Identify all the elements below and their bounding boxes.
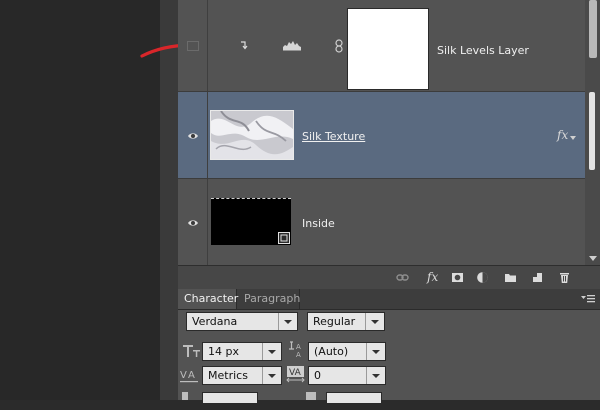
scroll-down-arrow-icon[interactable] <box>589 256 597 261</box>
document-canvas-area <box>0 0 160 400</box>
chain-link-icon[interactable] <box>335 39 343 53</box>
chevron-down-icon[interactable] <box>262 367 281 384</box>
fx-expand-arrow-icon[interactable] <box>570 136 576 140</box>
layers-list: Silk Levels Layer Silk Texture fx Inside <box>178 0 585 265</box>
tab-character[interactable]: Character <box>178 289 238 309</box>
new-layer-icon[interactable] <box>531 271 544 284</box>
add-layer-style-icon[interactable]: fx <box>427 270 438 284</box>
vertical-scale-input[interactable] <box>202 392 258 404</box>
link-layers-icon[interactable] <box>396 271 409 284</box>
svg-text:VA: VA <box>289 368 302 378</box>
svg-text:A: A <box>296 351 301 359</box>
adjustment-layer-icon[interactable] <box>476 271 489 284</box>
delete-layer-trash-icon[interactable] <box>558 271 571 284</box>
leading-value: (Auto) <box>314 345 349 358</box>
layers-toolbar: fx <box>178 265 600 290</box>
smart-object-badge-icon <box>278 232 290 244</box>
tab-paragraph[interactable]: Paragraph <box>238 289 300 309</box>
layer-name[interactable]: Inside <box>302 217 335 230</box>
visibility-toggle[interactable] <box>187 41 199 51</box>
kerning-value: Metrics <box>208 369 248 382</box>
layer-name[interactable]: Silk Levels Layer <box>437 44 529 57</box>
svg-text:A: A <box>188 370 195 381</box>
layers-panel-container: Silk Levels Layer Silk Texture fx Inside… <box>178 0 600 404</box>
character-panel-tabs: Character Paragraph <box>178 289 600 310</box>
font-size-select[interactable]: 14 px <box>202 342 282 361</box>
horizontal-scale-input[interactable] <box>326 392 382 404</box>
font-style-value: Regular <box>313 315 356 328</box>
fx-icon[interactable]: fx <box>557 128 568 142</box>
scrollbar-thumb[interactable] <box>589 0 597 58</box>
layer-row-silk-levels[interactable]: Silk Levels Layer <box>178 0 585 92</box>
tracking-icon: VA <box>286 366 305 383</box>
kerning-icon: V A <box>180 370 198 383</box>
svg-text:A: A <box>296 343 301 351</box>
kerning-select[interactable]: Metrics <box>202 366 282 385</box>
panel-menu-icon[interactable] <box>580 293 596 305</box>
vertical-scale-icon <box>182 392 188 400</box>
visibility-column <box>178 92 208 178</box>
scrollbar-marker[interactable] <box>589 92 595 170</box>
layer-mask-thumbnail[interactable] <box>347 8 429 90</box>
add-mask-icon[interactable] <box>451 271 464 284</box>
chevron-down-icon[interactable] <box>262 343 281 360</box>
tracking-select[interactable]: 0 <box>308 366 386 385</box>
font-family-select[interactable]: Verdana <box>186 312 298 331</box>
leading-select[interactable]: (Auto) <box>308 342 386 361</box>
layer-thumbnail[interactable] <box>210 110 294 160</box>
chevron-down-icon[interactable] <box>365 313 384 330</box>
chevron-down-icon[interactable] <box>366 367 385 384</box>
eye-icon[interactable] <box>187 130 199 142</box>
tracking-value: 0 <box>314 369 321 382</box>
layer-row-inside[interactable]: Inside <box>178 179 585 265</box>
chevron-down-icon[interactable] <box>278 313 297 330</box>
visibility-column <box>178 179 208 265</box>
font-size-value: 14 px <box>208 345 239 358</box>
new-group-folder-icon[interactable] <box>504 271 517 284</box>
layer-row-silk-texture[interactable]: Silk Texture fx <box>178 92 585 179</box>
horizontal-scale-icon <box>306 392 316 400</box>
levels-histogram-icon <box>283 41 301 51</box>
font-family-value: Verdana <box>192 315 238 328</box>
eye-icon[interactable] <box>187 217 199 229</box>
leading-icon: A A <box>289 341 301 359</box>
layers-scrollbar[interactable] <box>585 0 600 265</box>
font-size-icon <box>183 345 200 357</box>
svg-text:V: V <box>180 370 187 381</box>
clipping-arrow-icon <box>241 41 248 50</box>
font-style-select[interactable]: Regular <box>307 312 385 331</box>
layer-name[interactable]: Silk Texture <box>302 130 365 143</box>
visibility-column <box>178 0 208 91</box>
chevron-down-icon[interactable] <box>366 343 385 360</box>
